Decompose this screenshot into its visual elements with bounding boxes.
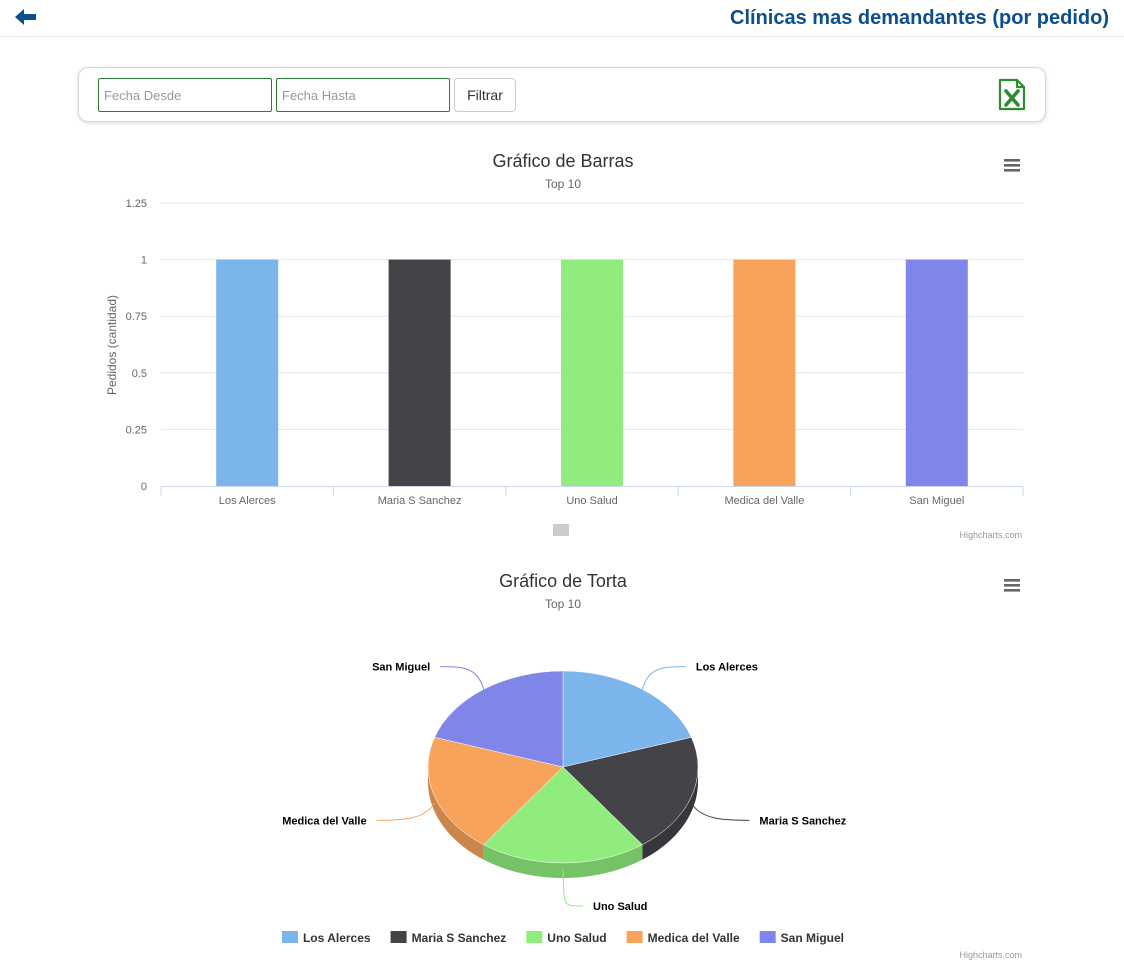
filter-button[interactable]: Filtrar	[454, 78, 516, 112]
pie-connector	[641, 666, 686, 690]
navigator-handle[interactable]	[553, 524, 569, 536]
pie-slices	[427, 670, 699, 864]
bar-chart-subtitle: Top 10	[545, 177, 581, 191]
chart-menu-icon[interactable]	[1002, 577, 1022, 593]
bar[interactable]	[561, 259, 623, 486]
x-tick-label: Medica del Valle	[724, 495, 804, 507]
bar-chart-title: Gráfico de Barras	[492, 151, 633, 171]
legend-label: Maria S Sanchez	[412, 931, 507, 945]
x-tick-label: Los Alerces	[219, 495, 276, 507]
legend-symbol	[626, 931, 643, 943]
x-tick-label: Uno Salud	[566, 495, 617, 507]
chart-menu-icon[interactable]	[1002, 157, 1022, 173]
bar[interactable]	[905, 259, 968, 486]
page-title: Clínicas mas demandantes (por pedido)	[730, 7, 1109, 29]
legend-symbol	[759, 931, 776, 943]
legend-symbol	[526, 931, 543, 943]
legend-label: Uno Salud	[547, 931, 606, 945]
legend-item[interactable]: San Miguel	[759, 931, 844, 945]
pie-chart-subtitle: Top 10	[545, 597, 581, 611]
pie-data-label: Uno Salud	[593, 901, 647, 913]
credits-link[interactable]: Highcharts.com	[959, 950, 1022, 960]
bar-chart: Gráfico de Barras Top 10 0 0.25 0.5 0.75 1 1.…	[105, 151, 1024, 540]
legend-symbol	[390, 931, 407, 943]
bar-x-axis: Los Alerces Maria S Sanchez Uno Salud Medic…	[160, 486, 1024, 507]
arrow-left-icon[interactable]	[12, 6, 40, 28]
pie-chart: Gráfico de Torta Top 10 Los Alerces Maria…	[281, 571, 1022, 960]
top-bar: Clínicas mas demandantes (por pedido)	[0, 0, 1124, 37]
legend-item[interactable]: Uno Salud	[526, 931, 607, 945]
date-to-input[interactable]	[276, 78, 450, 112]
pie-connector	[440, 666, 485, 690]
legend-item[interactable]: Medica del Valle	[626, 931, 740, 945]
x-tick-label: San Miguel	[909, 495, 964, 507]
date-from-input[interactable]	[98, 78, 272, 112]
legend-item[interactable]: Los Alerces	[281, 931, 371, 945]
legend-item[interactable]: Maria S Sanchez	[390, 931, 507, 945]
bar[interactable]	[733, 259, 796, 486]
legend-label: Medica del Valle	[648, 931, 740, 945]
bar[interactable]	[388, 259, 451, 486]
credits-link[interactable]: Highcharts.com	[959, 530, 1022, 540]
pie-data-label: San Miguel	[372, 662, 430, 674]
legend-label: San Miguel	[781, 931, 844, 945]
legend: Los Alerces Maria S Sanchez Uno Salud Medic…	[281, 931, 844, 945]
pie-connector	[690, 802, 750, 821]
pie-data-label: Maria S Sanchez	[759, 815, 846, 827]
legend-label: Los Alerces	[303, 931, 371, 945]
legend-symbol	[281, 931, 298, 943]
bar-y-axis: 0 0.25 0.5 0.75 1 1.25	[126, 198, 147, 493]
pie-chart-title: Gráfico de Torta	[499, 571, 628, 591]
pie-data-label: Los Alerces	[696, 662, 758, 674]
excel-file-icon[interactable]	[997, 78, 1027, 111]
y-tick-label: 1	[141, 255, 147, 267]
pie-data-label: Medica del Valle	[282, 815, 366, 827]
y-tick-label: 0	[141, 481, 147, 493]
y-tick-label: 0.5	[132, 368, 147, 380]
y-tick-label: 0.25	[126, 424, 147, 436]
bar[interactable]	[216, 259, 279, 486]
filter-panel: Filtrar	[78, 67, 1046, 122]
y-tick-label: 0.75	[126, 311, 147, 323]
y-tick-label: 1.25	[126, 198, 147, 210]
bar-y-axis-title: Pedidos (cantidad)	[105, 295, 119, 395]
x-tick-label: Maria S Sanchez	[378, 495, 462, 507]
pie-connector	[376, 802, 436, 821]
